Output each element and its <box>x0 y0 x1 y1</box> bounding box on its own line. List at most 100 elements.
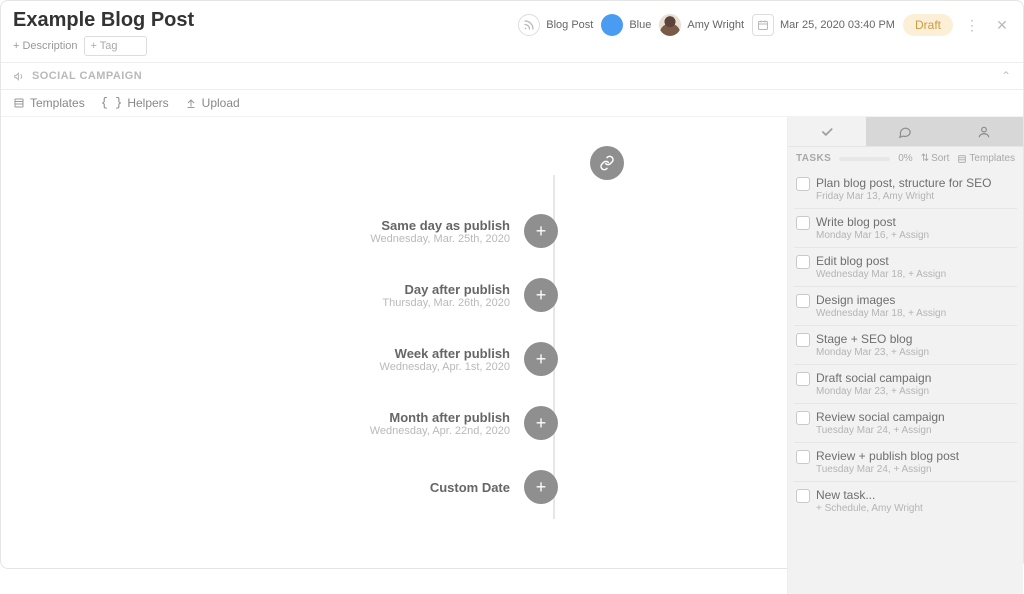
task-name: Review + publish blog post <box>816 449 959 463</box>
page-header: Example Blog Post + Description + Tag Bl… <box>1 1 1023 63</box>
editor-toolbar: Templates { } Helpers Upload <box>1 90 1023 117</box>
tab-people[interactable] <box>945 117 1023 146</box>
page-title[interactable]: Example Blog Post <box>13 9 194 32</box>
timeline-node-date: Wednesday, Apr. 1st, 2020 <box>164 361 510 373</box>
color-dot-icon <box>601 14 623 36</box>
timeline-node-title: Day after publish <box>164 282 510 297</box>
task-item[interactable]: Plan blog post, structure for SEOFriday … <box>794 172 1017 209</box>
timeline-node: Month after publishWednesday, Apr. 22nd,… <box>164 391 624 455</box>
megaphone-icon <box>13 70 26 83</box>
task-meta: Friday Mar 13, Amy Wright <box>816 191 1015 202</box>
datetime-label: Mar 25, 2020 03:40 PM <box>780 19 895 31</box>
close-icon[interactable]: ✕ <box>991 14 1013 36</box>
link-icon[interactable] <box>590 146 624 180</box>
campaign-canvas: Same day as publishWednesday, Mar. 25th,… <box>1 117 788 594</box>
calendar-icon <box>752 14 774 36</box>
task-item[interactable]: Write blog postMonday Mar 16, + Assign <box>794 211 1017 248</box>
task-meta: Monday Mar 23, + Assign <box>816 386 1015 397</box>
task-item[interactable]: Draft social campaignMonday Mar 23, + As… <box>794 367 1017 404</box>
timeline-node-label: Week after publishWednesday, Apr. 1st, 2… <box>164 346 524 373</box>
task-item[interactable]: Review + publish blog postTuesday Mar 24… <box>794 445 1017 482</box>
add-post-button[interactable]: + <box>524 214 558 248</box>
sort-button[interactable]: ⇅ Sort <box>921 153 950 164</box>
add-post-button[interactable]: + <box>524 470 558 504</box>
task-name: Edit blog post <box>816 254 889 268</box>
task-checkbox[interactable] <box>796 450 810 464</box>
task-meta: + Schedule, Amy Wright <box>816 503 1015 514</box>
timeline-node-label: Month after publishWednesday, Apr. 22nd,… <box>164 410 524 437</box>
templates-button-side[interactable]: Templates <box>957 153 1015 164</box>
timeline-node-date: Wednesday, Apr. 22nd, 2020 <box>164 425 510 437</box>
tab-tasks[interactable] <box>788 117 866 146</box>
upload-button[interactable]: Upload <box>185 96 240 110</box>
task-meta: Tuesday Mar 24, + Assign <box>816 464 1015 475</box>
task-name: Draft social campaign <box>816 371 931 385</box>
tasks-label: TASKS <box>796 153 831 164</box>
task-checkbox[interactable] <box>796 372 810 386</box>
avatar-icon <box>659 14 681 36</box>
color-pill[interactable]: Blue <box>601 13 651 37</box>
more-icon[interactable]: ⋮ <box>961 14 983 36</box>
task-meta: Wednesday Mar 18, + Assign <box>816 308 1015 319</box>
task-meta: Monday Mar 23, + Assign <box>816 347 1015 358</box>
task-checkbox[interactable] <box>796 255 810 269</box>
timeline-node-date: Wednesday, Mar. 25th, 2020 <box>164 233 510 245</box>
braces-icon: { } <box>101 96 123 110</box>
section-bar: SOCIAL CAMPAIGN ⌃ <box>1 63 1023 90</box>
section-title: SOCIAL CAMPAIGN <box>32 70 142 82</box>
task-checkbox[interactable] <box>796 177 810 191</box>
datetime-pill[interactable]: Mar 25, 2020 03:40 PM <box>752 13 895 37</box>
header-meta: Blog Post Blue Amy Wright Mar 25, 2020 0… <box>518 9 1013 37</box>
owner-pill[interactable]: Amy Wright <box>659 13 744 37</box>
task-name: Plan blog post, structure for SEO <box>816 176 991 190</box>
timeline-node: Day after publishThursday, Mar. 26th, 20… <box>164 263 624 327</box>
add-post-button[interactable]: + <box>524 278 558 312</box>
task-name: Stage + SEO blog <box>816 332 912 346</box>
task-checkbox[interactable] <box>796 216 810 230</box>
task-checkbox[interactable] <box>796 411 810 425</box>
task-name: Review social campaign <box>816 410 945 424</box>
content-type-pill[interactable]: Blog Post <box>518 13 593 37</box>
tasks-progress-pct: 0% <box>898 153 912 164</box>
task-item[interactable]: Stage + SEO blogMonday Mar 23, + Assign <box>794 328 1017 365</box>
task-name: Write blog post <box>816 215 896 229</box>
add-description-link[interactable]: + Description <box>13 40 78 52</box>
task-checkbox[interactable] <box>796 489 810 503</box>
sort-icon: ⇅ <box>921 153 929 164</box>
timeline-node-date: Thursday, Mar. 26th, 2020 <box>164 297 510 309</box>
add-post-button[interactable]: + <box>524 406 558 440</box>
task-checkbox[interactable] <box>796 333 810 347</box>
new-task-row[interactable]: New task...+ Schedule, Amy Wright <box>794 484 1017 520</box>
task-item[interactable]: Edit blog postWednesday Mar 18, + Assign <box>794 250 1017 287</box>
title-block: Example Blog Post + Description + Tag <box>13 9 194 56</box>
timeline-node-label: Same day as publishWednesday, Mar. 25th,… <box>164 218 524 245</box>
task-meta: Tuesday Mar 24, + Assign <box>816 425 1015 436</box>
color-label: Blue <box>629 19 651 31</box>
new-task-placeholder: New task... <box>816 488 875 502</box>
chevron-up-icon[interactable]: ⌃ <box>1001 69 1011 83</box>
task-checkbox[interactable] <box>796 294 810 308</box>
tab-comments[interactable] <box>866 117 944 146</box>
templates-button[interactable]: Templates <box>13 96 85 110</box>
helpers-button[interactable]: { } Helpers <box>101 96 169 110</box>
rss-icon <box>518 14 540 36</box>
add-post-button[interactable]: + <box>524 342 558 376</box>
tag-input[interactable]: + Tag <box>84 36 147 56</box>
timeline-node: Same day as publishWednesday, Mar. 25th,… <box>164 199 624 263</box>
task-meta: Wednesday Mar 18, + Assign <box>816 269 1015 280</box>
timeline-node-title: Week after publish <box>164 346 510 361</box>
task-item[interactable]: Review social campaignTuesday Mar 24, + … <box>794 406 1017 443</box>
timeline-node-title: Same day as publish <box>164 218 510 233</box>
timeline-node-title: Month after publish <box>164 410 510 425</box>
content-type-label: Blog Post <box>546 19 593 31</box>
timeline-link-node <box>164 139 624 187</box>
tasks-progress-bar <box>839 157 890 161</box>
status-badge[interactable]: Draft <box>903 14 953 36</box>
task-meta: Monday Mar 16, + Assign <box>816 230 1015 241</box>
timeline-node-label: Custom Date <box>164 480 524 495</box>
task-panel: TASKS 0% ⇅ Sort Templates Plan blog post… <box>788 117 1023 594</box>
timeline-node-title: Custom Date <box>164 480 510 495</box>
task-name: Design images <box>816 293 895 307</box>
timeline-node: Week after publishWednesday, Apr. 1st, 2… <box>164 327 624 391</box>
task-item[interactable]: Design imagesWednesday Mar 18, + Assign <box>794 289 1017 326</box>
